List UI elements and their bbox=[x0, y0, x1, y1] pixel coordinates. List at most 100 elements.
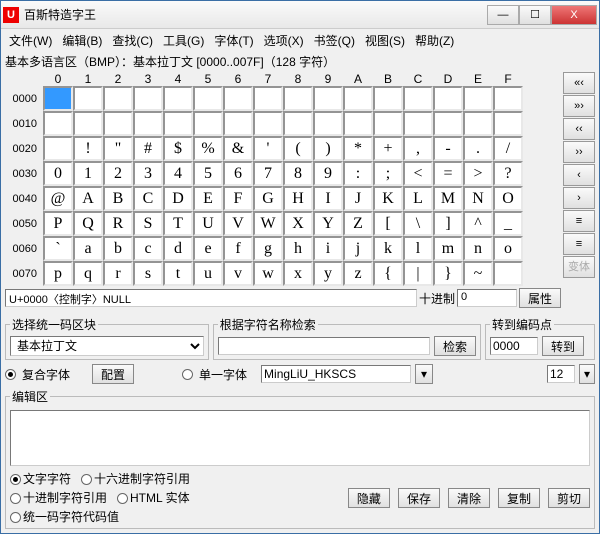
char-cell[interactable]: , bbox=[403, 136, 433, 161]
char-cell[interactable]: N bbox=[463, 186, 493, 211]
char-cell[interactable] bbox=[73, 111, 103, 136]
char-cell[interactable] bbox=[103, 111, 133, 136]
char-cell[interactable]: O bbox=[493, 186, 523, 211]
char-cell[interactable] bbox=[193, 111, 223, 136]
char-cell[interactable]: C bbox=[133, 186, 163, 211]
char-cell[interactable]: r bbox=[103, 261, 133, 286]
char-cell[interactable]: F bbox=[223, 186, 253, 211]
goto-input[interactable] bbox=[490, 337, 538, 355]
char-cell[interactable]: . bbox=[463, 136, 493, 161]
char-cell[interactable]: x bbox=[283, 261, 313, 286]
char-cell[interactable]: w bbox=[253, 261, 283, 286]
char-cell[interactable]: = bbox=[433, 161, 463, 186]
char-cell[interactable]: H bbox=[283, 186, 313, 211]
charmode-radio[interactable] bbox=[10, 512, 21, 523]
char-cell[interactable]: v bbox=[223, 261, 253, 286]
char-cell[interactable]: & bbox=[223, 136, 253, 161]
char-cell[interactable] bbox=[283, 86, 313, 111]
char-cell[interactable]: ? bbox=[493, 161, 523, 186]
char-cell[interactable]: G bbox=[253, 186, 283, 211]
charmode-radio[interactable] bbox=[117, 493, 128, 504]
menu-item[interactable]: 选项(X) bbox=[260, 31, 308, 47]
char-cell[interactable] bbox=[343, 111, 373, 136]
properties-button[interactable]: 属性 bbox=[519, 288, 561, 308]
char-cell[interactable]: 1 bbox=[73, 161, 103, 186]
char-cell[interactable] bbox=[163, 111, 193, 136]
char-cell[interactable]: D bbox=[163, 186, 193, 211]
char-cell[interactable] bbox=[403, 111, 433, 136]
char-cell[interactable]: A bbox=[73, 186, 103, 211]
nav-button[interactable]: ‹‹ bbox=[563, 118, 595, 140]
char-cell[interactable] bbox=[73, 86, 103, 111]
char-cell[interactable]: # bbox=[133, 136, 163, 161]
char-cell[interactable]: 4 bbox=[163, 161, 193, 186]
search-button[interactable]: 检索 bbox=[434, 336, 476, 356]
edit-area[interactable] bbox=[10, 410, 590, 466]
char-cell[interactable]: p bbox=[43, 261, 73, 286]
nav-button[interactable]: ‹ bbox=[563, 164, 595, 186]
char-cell[interactable]: } bbox=[433, 261, 463, 286]
action-button[interactable]: 复制 bbox=[498, 488, 540, 508]
char-cell[interactable]: j bbox=[343, 236, 373, 261]
char-cell[interactable]: M bbox=[433, 186, 463, 211]
minimize-button[interactable]: — bbox=[487, 5, 519, 25]
maximize-button[interactable]: ☐ bbox=[519, 5, 551, 25]
char-cell[interactable]: L bbox=[403, 186, 433, 211]
char-cell[interactable] bbox=[463, 111, 493, 136]
char-cell[interactable]: c bbox=[133, 236, 163, 261]
font-name-input[interactable] bbox=[261, 365, 411, 383]
font-size-dropdown[interactable]: ▾ bbox=[579, 364, 595, 384]
char-cell[interactable]: - bbox=[433, 136, 463, 161]
nav-button[interactable]: 变体 bbox=[563, 256, 595, 278]
char-cell[interactable]: Z bbox=[343, 211, 373, 236]
char-cell[interactable]: 9 bbox=[313, 161, 343, 186]
char-cell[interactable]: t bbox=[163, 261, 193, 286]
char-cell[interactable] bbox=[133, 111, 163, 136]
char-cell[interactable]: _ bbox=[493, 211, 523, 236]
close-button[interactable]: X bbox=[551, 5, 597, 25]
char-cell[interactable]: * bbox=[343, 136, 373, 161]
char-cell[interactable]: K bbox=[373, 186, 403, 211]
char-cell[interactable]: B bbox=[103, 186, 133, 211]
char-cell[interactable]: k bbox=[373, 236, 403, 261]
font-dropdown-button[interactable]: ▾ bbox=[415, 364, 433, 384]
nav-button[interactable]: ›› bbox=[563, 141, 595, 163]
char-cell[interactable]: f bbox=[223, 236, 253, 261]
char-cell[interactable]: W bbox=[253, 211, 283, 236]
char-cell[interactable]: ( bbox=[283, 136, 313, 161]
char-cell[interactable]: ` bbox=[43, 236, 73, 261]
char-cell[interactable] bbox=[373, 86, 403, 111]
menu-item[interactable]: 帮助(Z) bbox=[411, 31, 458, 47]
config-button[interactable]: 配置 bbox=[92, 364, 134, 384]
char-cell[interactable]: : bbox=[343, 161, 373, 186]
char-cell[interactable]: E bbox=[193, 186, 223, 211]
char-cell[interactable]: R bbox=[103, 211, 133, 236]
nav-button[interactable]: ≡ bbox=[563, 210, 595, 232]
char-cell[interactable]: h bbox=[283, 236, 313, 261]
charmode-radio[interactable] bbox=[81, 474, 92, 485]
char-cell[interactable] bbox=[253, 86, 283, 111]
char-cell[interactable] bbox=[43, 111, 73, 136]
char-cell[interactable]: " bbox=[103, 136, 133, 161]
char-cell[interactable]: 2 bbox=[103, 161, 133, 186]
char-cell[interactable]: d bbox=[163, 236, 193, 261]
char-cell[interactable]: > bbox=[463, 161, 493, 186]
menu-item[interactable]: 编辑(B) bbox=[58, 31, 106, 47]
char-cell[interactable]: n bbox=[463, 236, 493, 261]
action-button[interactable]: 剪切 bbox=[548, 488, 590, 508]
char-cell[interactable]: Q bbox=[73, 211, 103, 236]
goto-button[interactable]: 转到 bbox=[542, 336, 584, 356]
char-cell[interactable]: | bbox=[403, 261, 433, 286]
block-select[interactable]: 基本拉丁文 bbox=[10, 336, 204, 356]
char-cell[interactable]: + bbox=[373, 136, 403, 161]
char-cell[interactable]: ] bbox=[433, 211, 463, 236]
menu-item[interactable]: 视图(S) bbox=[361, 31, 409, 47]
char-cell[interactable]: 6 bbox=[223, 161, 253, 186]
char-cell[interactable]: T bbox=[163, 211, 193, 236]
single-font-radio[interactable] bbox=[182, 369, 193, 380]
font-size-input[interactable] bbox=[547, 365, 575, 383]
char-cell[interactable]: ! bbox=[73, 136, 103, 161]
char-cell[interactable]: / bbox=[493, 136, 523, 161]
char-cell[interactable]: S bbox=[133, 211, 163, 236]
char-cell[interactable] bbox=[433, 111, 463, 136]
